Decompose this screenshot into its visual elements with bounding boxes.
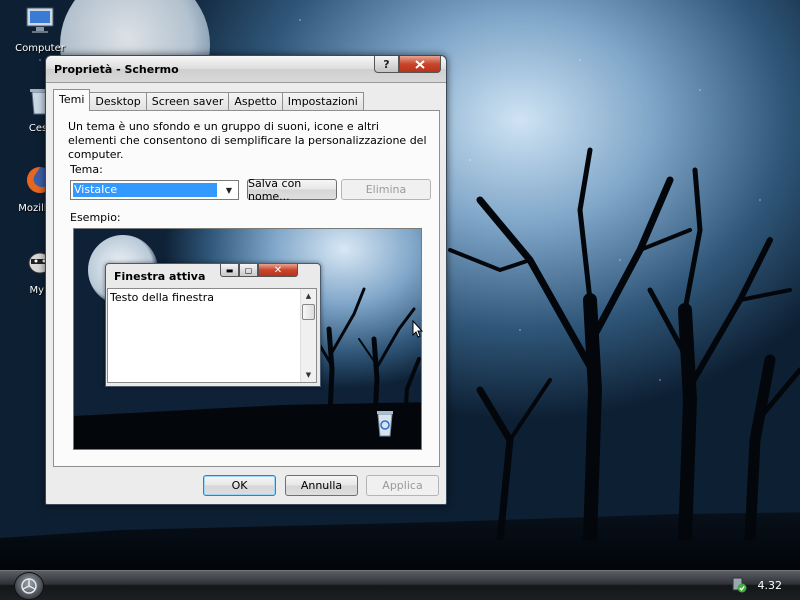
preview-window-body: Testo della finestra ▲ ▼ — [107, 288, 317, 383]
close-icon — [415, 59, 425, 69]
dialog-titlebar[interactable]: Proprietà - Schermo ? — [46, 56, 446, 83]
close-icon: ✕ — [258, 264, 298, 277]
tab-desktop[interactable]: Desktop — [89, 92, 147, 111]
ok-button[interactable]: OK — [203, 475, 276, 496]
display-properties-dialog: Proprietà - Schermo ? Temi Desktop Scree… — [45, 55, 447, 505]
taskbar: 4.32 — [0, 570, 800, 600]
tab-temi[interactable]: Temi — [53, 89, 91, 111]
close-button[interactable] — [399, 56, 441, 73]
security-tray-icon[interactable] — [731, 577, 747, 593]
mouse-cursor-icon — [412, 320, 423, 338]
desktop-icon-computer[interactable]: Computer — [4, 4, 76, 54]
apply-button[interactable]: Applica — [366, 475, 439, 496]
preview-scrollbar: ▲ ▼ — [300, 289, 316, 382]
cancel-button[interactable]: Annulla — [285, 475, 358, 496]
recycle-bin-icon — [377, 411, 393, 437]
wallpaper-trees — [448, 147, 800, 540]
taskbar-clock[interactable]: 4.32 — [758, 579, 783, 592]
preview-active-window: Finestra attiva ▬ ▢ ✕ Testo della finest… — [105, 263, 321, 387]
chevron-down-icon[interactable]: ▼ — [220, 181, 238, 199]
minimize-icon: ▬ — [220, 264, 239, 277]
tab-impostazioni[interactable]: Impostazioni — [281, 92, 364, 111]
theme-label: Tema: — [70, 163, 103, 176]
preview-window-text: Testo della finestra — [110, 291, 214, 304]
theme-description: Un tema è uno sfondo e un gruppo di suon… — [68, 120, 427, 161]
save-as-button[interactable]: Salva con nome... — [247, 177, 337, 203]
tab-strip: Temi Desktop Screen saver Aspetto Impost… — [53, 89, 364, 111]
scroll-down-icon: ▼ — [305, 371, 312, 379]
scroll-thumb — [302, 304, 315, 320]
preview-window-title: Finestra attiva — [114, 270, 206, 283]
scroll-up-icon: ▲ — [305, 292, 312, 300]
theme-select-value: VistaIce — [73, 183, 217, 197]
tab-panel-temi: Un tema è uno sfondo e un gruppo di suon… — [53, 110, 440, 467]
help-button[interactable]: ? — [374, 56, 399, 73]
tab-screen-saver[interactable]: Screen saver — [145, 92, 230, 111]
tab-aspetto[interactable]: Aspetto — [228, 92, 283, 111]
start-button[interactable] — [14, 572, 44, 600]
theme-select[interactable]: VistaIce ▼ — [70, 180, 239, 200]
delete-button[interactable]: Elimina — [341, 179, 431, 200]
theme-preview: Finestra attiva ▬ ▢ ✕ Testo della finest… — [73, 228, 422, 450]
computer-icon — [26, 7, 54, 33]
start-orb-icon — [21, 578, 37, 594]
example-label: Esempio: — [70, 211, 121, 224]
dialog-title: Proprietà - Schermo — [54, 63, 179, 76]
maximize-icon: ▢ — [239, 264, 258, 277]
